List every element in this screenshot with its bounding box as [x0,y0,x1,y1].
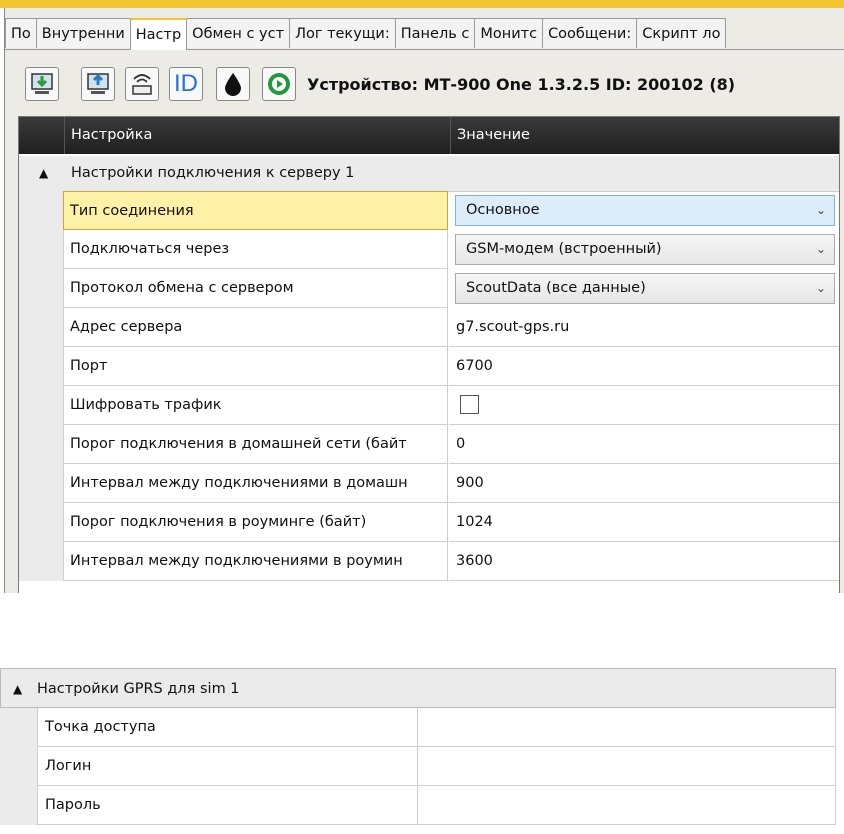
tab-panel[interactable]: Панель с [394,18,476,48]
row-indent [19,347,63,386]
wireless-device-icon [132,74,152,95]
row-protocol[interactable]: Протокол обмена с сервером ScoutData (вс… [19,269,839,308]
upload-from-device-icon [87,73,109,94]
row-name[interactable]: Тип соединения [63,191,448,230]
group-label: Настройки подключения к серверу 1 [71,165,355,181]
header-name[interactable]: Настройка [64,117,451,154]
row-indent [0,747,37,786]
row-indent [19,464,63,503]
chevron-down-icon: ⌄ [815,203,826,217]
row-name[interactable]: Точка доступа [37,708,418,747]
encrypt-checkbox[interactable] [460,395,479,414]
play-button[interactable] [262,67,296,101]
drop-icon [225,73,241,96]
row-login[interactable]: Логин [0,747,836,786]
download-to-device-button[interactable] [25,67,59,101]
tab-script[interactable]: Скрипт ло [636,18,727,48]
row-connection-type[interactable]: Тип соединения Основное ⌄ [19,191,839,230]
upload-from-device-button[interactable] [81,67,115,101]
row-indent [19,230,63,269]
row-indent [19,191,63,230]
tab-internal[interactable]: Внутренни [35,18,131,48]
row-port[interactable]: Порт 6700 [19,347,839,386]
row-home-threshold[interactable]: Порог подключения в домашней сети (байт … [19,425,839,464]
tab-settings[interactable]: Настр [129,18,188,50]
tab-log[interactable]: Лог текущи: [289,18,396,48]
row-name[interactable]: Логин [37,747,418,786]
row-indent [19,503,63,542]
row-name[interactable]: Адрес сервера [63,308,448,347]
home-threshold-field[interactable]: 0 [449,425,839,464]
drop-button[interactable] [216,67,250,101]
tab-bar: По Внутренни Настр Обмен с уст Лог текущ… [5,18,844,50]
collapse-chevron-icon[interactable]: ▲ [39,156,48,191]
row-access-point[interactable]: Точка доступа [0,708,836,747]
encrypt-cell [449,386,839,425]
download-to-device-icon [31,73,53,94]
row-password[interactable]: Пароль [0,786,836,825]
row-name[interactable]: Интервал между подключениями в роумин [63,542,448,581]
select-value: Основное [466,202,540,218]
row-name[interactable]: Порог подключения в роуминге (байт) [63,503,448,542]
row-indent [19,269,63,308]
chevron-down-icon: ⌄ [815,242,826,256]
play-icon [268,73,290,95]
device-label: Устройство: МТ-900 One 1.3.2.5 ID: 20010… [307,75,736,94]
id-icon: ID [174,70,198,97]
tab-messages[interactable]: Сообщени: [542,18,638,48]
row-home-interval[interactable]: Интервал между подключениями в домашн 90… [19,464,839,503]
toolbar: ID Устройство: МТ-900 One 1.3.2.5 ID: 20… [5,50,844,114]
row-name[interactable]: Подключаться через [63,230,448,269]
row-connect-via[interactable]: Подключаться через GSM-модем (встроенный… [19,230,839,269]
row-roaming-interval[interactable]: Интервал между подключениями в роумин 36… [19,542,839,581]
row-roaming-threshold[interactable]: Порог подключения в роуминге (байт) 1024 [19,503,839,542]
row-name[interactable]: Порт [63,347,448,386]
access-point-field[interactable] [418,708,836,747]
server-address-field[interactable]: g7.scout-gps.ru [449,308,839,347]
tab-monitor[interactable]: Монитс [474,18,544,48]
group-gprs-sim1[interactable]: ▲ Настройки GPRS для sim 1 [0,668,836,708]
protocol-select[interactable]: ScoutData (все данные) ⌄ [455,273,835,304]
row-indent [0,786,37,825]
connection-type-select[interactable]: Основное ⌄ [455,195,835,226]
row-name[interactable]: Интервал между подключениями в домашн [63,464,448,503]
group-label: Настройки GPRS для sim 1 [37,681,240,697]
collapse-chevron-icon[interactable]: ▲ [13,669,22,709]
grid-rows: Тип соединения Основное ⌄ Подключаться ч… [19,191,839,581]
chevron-down-icon: ⌄ [815,281,826,295]
row-name[interactable]: Шифровать трафик [63,386,448,425]
tab-po[interactable]: По [5,18,37,48]
row-indent [19,386,63,425]
row-indent [19,425,63,464]
settings-grid: Настройка Значение ▲ Настройки подключен… [18,116,840,593]
row-indent [0,708,37,747]
tab-exchange[interactable]: Обмен с уст [186,18,291,48]
port-field[interactable]: 6700 [449,347,839,386]
connect-via-select[interactable]: GSM-модем (встроенный) ⌄ [455,234,835,265]
wireless-device-button[interactable] [125,67,159,101]
login-field[interactable] [418,747,836,786]
row-name[interactable]: Протокол обмена с сервером [63,269,448,308]
group-server-1[interactable]: ▲ Настройки подключения к серверу 1 [19,156,839,192]
select-value: ScoutData (все данные) [466,280,646,296]
roaming-threshold-field[interactable]: 1024 [449,503,839,542]
home-interval-field[interactable]: 900 [449,464,839,503]
roaming-interval-field[interactable]: 3600 [449,542,839,581]
grid-header: Настройка Значение [19,117,839,154]
gprs-settings-panel: ▲ Настройки GPRS для sim 1 Точка доступа… [0,668,844,834]
row-encrypt[interactable]: Шифровать трафик [19,386,839,425]
row-indent [19,308,63,347]
row-name[interactable]: Порог подключения в домашней сети (байт [63,425,448,464]
row-indent [19,542,63,581]
row-server-address[interactable]: Адрес сервера g7.scout-gps.ru [19,308,839,347]
id-button[interactable]: ID [169,67,203,101]
main-window: По Внутренни Настр Обмен с уст Лог текущ… [4,8,844,593]
select-value: GSM-модем (встроенный) [466,241,662,257]
header-value[interactable]: Значение [450,117,530,154]
password-field[interactable] [418,786,836,825]
window-top-strip [0,0,844,8]
row-name[interactable]: Пароль [37,786,418,825]
